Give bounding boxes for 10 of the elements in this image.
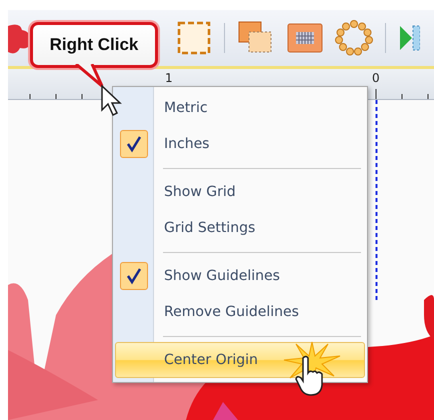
callout: Right Click [30, 22, 158, 68]
menu-item[interactable]: Grid Settings [115, 210, 365, 246]
menu-item[interactable]: Center Origin [115, 342, 365, 378]
menu-item[interactable]: Show Grid [115, 174, 365, 210]
menu-item[interactable]: Inches [115, 126, 365, 162]
menu-item[interactable]: Metric [115, 90, 365, 126]
ruler-label: 1 [165, 71, 173, 85]
menu-item[interactable]: Remove Guidelines [115, 294, 365, 330]
menu-item[interactable]: Show Guidelines [115, 258, 365, 294]
ruler-label: 0 [372, 71, 380, 85]
